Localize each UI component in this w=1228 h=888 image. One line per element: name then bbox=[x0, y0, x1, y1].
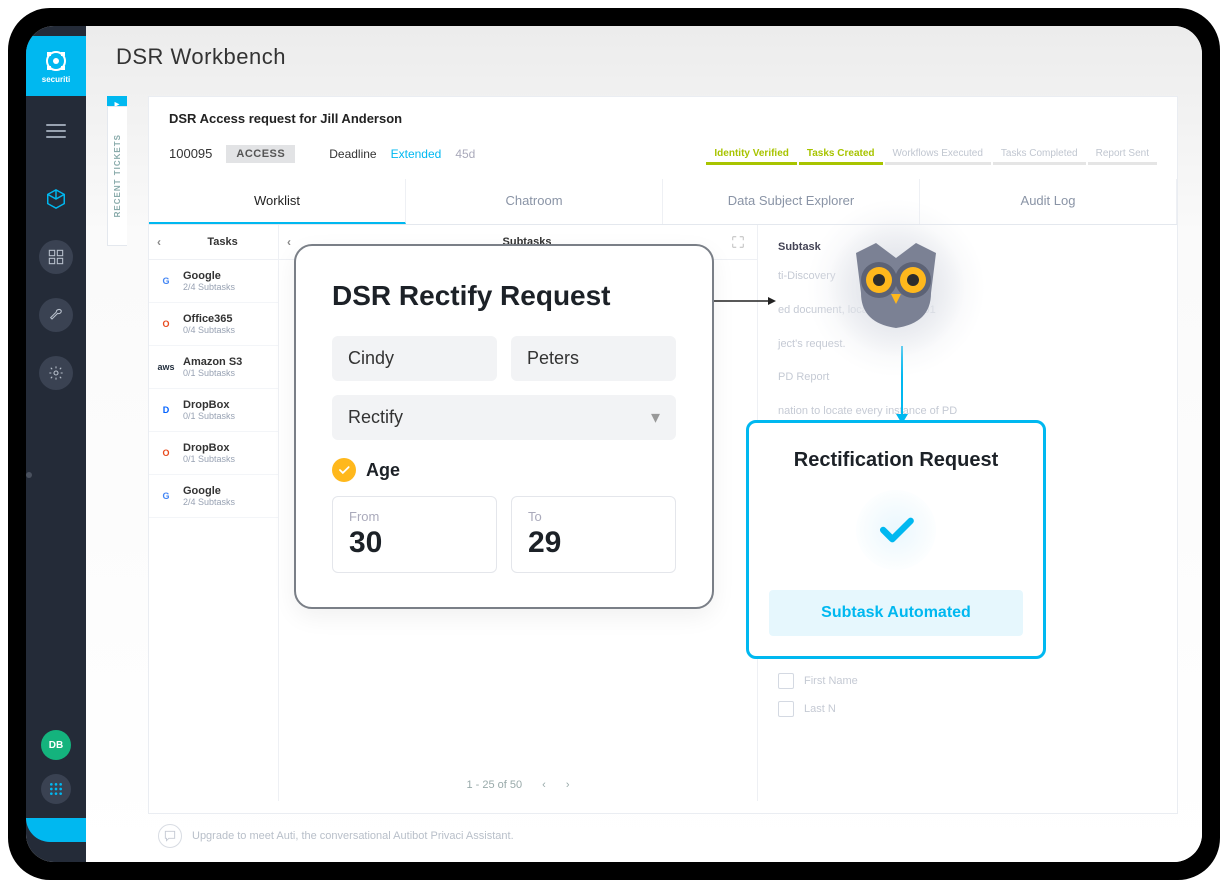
chat-bubble-icon[interactable] bbox=[158, 824, 182, 848]
nav-cube-icon[interactable] bbox=[39, 182, 73, 216]
tasks-back-icon[interactable]: ‹ bbox=[157, 235, 175, 249]
to-label: To bbox=[528, 509, 659, 524]
pagination-text: 1 - 25 of 50 bbox=[467, 779, 523, 791]
rectification-card: Rectification Request Subtask Automated bbox=[746, 420, 1046, 659]
avatar-initials: DB bbox=[49, 740, 63, 751]
recent-tickets-tab[interactable]: RECENT TICKETS bbox=[107, 106, 127, 246]
from-value-box[interactable]: From 30 bbox=[332, 496, 497, 573]
page-title: DSR Workbench bbox=[86, 26, 1202, 88]
tabs-row: Worklist Chatroom Data Subject Explorer … bbox=[149, 179, 1177, 225]
task-name: Office365 bbox=[183, 313, 235, 325]
modal-title: DSR Rectify Request bbox=[332, 280, 676, 312]
task-name: DropBox bbox=[183, 399, 235, 411]
user-avatar[interactable]: DB bbox=[41, 730, 71, 760]
stage-tasks-created: Tasks Created bbox=[799, 144, 883, 163]
checkbox-label-firstname: First Name bbox=[804, 675, 858, 687]
request-header: DSR Access request for Jill Anderson 100… bbox=[149, 97, 1177, 173]
task-name: Google bbox=[183, 485, 235, 497]
task-name: Google bbox=[183, 270, 235, 282]
task-app-icon: G bbox=[157, 487, 175, 505]
task-subtask-count: 2/4 Subtasks bbox=[183, 497, 235, 507]
request-id: 100095 bbox=[169, 146, 212, 161]
task-subtask-count: 0/4 Subtasks bbox=[183, 325, 235, 335]
task-name: DropBox bbox=[183, 442, 235, 454]
brand-icon bbox=[44, 49, 68, 73]
stage-track: Identity Verified Tasks Created Workflow… bbox=[706, 144, 1157, 163]
task-subtask-count: 0/1 Subtasks bbox=[183, 368, 242, 378]
last-name-field[interactable]: Peters bbox=[511, 336, 676, 381]
subtask-automated-button[interactable]: Subtask Automated bbox=[769, 590, 1023, 636]
from-value: 30 bbox=[349, 526, 480, 560]
check-circle-icon bbox=[332, 458, 356, 482]
age-attribute-label: Age bbox=[366, 460, 400, 481]
checkbox-icon[interactable] bbox=[778, 673, 794, 689]
success-check-icon bbox=[856, 490, 936, 570]
tasks-column-header: ‹ Tasks bbox=[149, 225, 278, 260]
deadline-label: Deadline bbox=[329, 147, 376, 161]
task-subtask-count: 2/4 Subtasks bbox=[183, 282, 235, 292]
pagination-prev[interactable]: ‹ bbox=[542, 779, 546, 791]
pagination: 1 - 25 of 50 ‹ › bbox=[467, 779, 570, 791]
expand-icon[interactable] bbox=[731, 235, 747, 251]
stage-identity-verified: Identity Verified bbox=[706, 144, 796, 163]
brand-logo[interactable]: securiti bbox=[26, 36, 86, 96]
rectify-request-modal: DSR Rectify Request Cindy Peters Rectify… bbox=[294, 244, 714, 609]
tab-chatroom[interactable]: Chatroom bbox=[406, 179, 663, 224]
footer-text: Upgrade to meet Auti, the conversational… bbox=[192, 830, 514, 842]
deadline-value[interactable]: Extended bbox=[391, 147, 442, 161]
task-item[interactable]: D DropBox 0/1 Subtasks bbox=[149, 389, 278, 432]
stage-tasks-completed: Tasks Completed bbox=[993, 144, 1086, 163]
nav-wrench-icon[interactable] bbox=[39, 298, 73, 332]
first-name-field[interactable]: Cindy bbox=[332, 336, 497, 381]
tab-worklist[interactable]: Worklist bbox=[149, 179, 406, 224]
task-item[interactable]: aws Amazon S3 0/1 Subtasks bbox=[149, 346, 278, 389]
checkbox-row-lastname[interactable]: Last N bbox=[778, 701, 1157, 717]
nav-dashboard-icon[interactable] bbox=[39, 240, 73, 274]
stage-report-sent: Report Sent bbox=[1088, 144, 1157, 163]
task-app-icon: O bbox=[157, 444, 175, 462]
recent-tickets-label: RECENT TICKETS bbox=[113, 134, 122, 217]
checkbox-row-firstname[interactable]: First Name bbox=[778, 673, 1157, 689]
chevron-down-icon: ▾ bbox=[651, 407, 660, 428]
apps-grid-icon[interactable] bbox=[41, 774, 71, 804]
tasks-column: ‹ Tasks G Google 2/4 SubtasksO Office365… bbox=[149, 225, 279, 801]
detail-text-5: nation to locate every instance of PD bbox=[778, 402, 1157, 422]
task-app-icon: O bbox=[157, 315, 175, 333]
request-title: DSR Access request for Jill Anderson bbox=[169, 111, 1157, 126]
owl-assistant bbox=[806, 198, 986, 378]
owl-icon bbox=[841, 238, 951, 338]
tasks-column-label: Tasks bbox=[175, 236, 270, 248]
rectification-card-title: Rectification Request bbox=[769, 449, 1023, 472]
to-value-box[interactable]: To 29 bbox=[511, 496, 676, 573]
left-sidebar: securiti DB bbox=[26, 26, 86, 862]
hamburger-icon[interactable] bbox=[46, 120, 66, 142]
to-value: 29 bbox=[528, 526, 659, 560]
request-type-badge: ACCESS bbox=[226, 145, 295, 163]
task-subtask-count: 0/1 Subtasks bbox=[183, 454, 235, 464]
brand-text: securiti bbox=[42, 75, 70, 84]
task-item[interactable]: G Google 2/4 Subtasks bbox=[149, 475, 278, 518]
task-subtask-count: 0/1 Subtasks bbox=[183, 411, 235, 421]
from-label: From bbox=[349, 509, 480, 524]
deadline-days: 45d bbox=[455, 147, 475, 161]
task-app-icon: aws bbox=[157, 358, 175, 376]
task-name: Amazon S3 bbox=[183, 356, 242, 368]
task-app-icon: G bbox=[157, 272, 175, 290]
sidebar-accent-bar bbox=[26, 818, 86, 842]
task-item[interactable]: O DropBox 0/1 Subtasks bbox=[149, 432, 278, 475]
checkbox-label-lastname: Last N bbox=[804, 703, 836, 715]
task-item[interactable]: G Google 2/4 Subtasks bbox=[149, 260, 278, 303]
side-indicator-dot bbox=[26, 472, 32, 478]
pagination-next[interactable]: › bbox=[566, 779, 570, 791]
footer-prompt: Upgrade to meet Auti, the conversational… bbox=[158, 824, 514, 848]
task-app-icon: D bbox=[157, 401, 175, 419]
checkbox-icon[interactable] bbox=[778, 701, 794, 717]
task-item[interactable]: O Office365 0/4 Subtasks bbox=[149, 303, 278, 346]
stage-workflows-executed: Workflows Executed bbox=[885, 144, 991, 163]
action-dropdown[interactable]: Rectify ▾ bbox=[332, 395, 676, 440]
action-dropdown-value: Rectify bbox=[348, 407, 403, 428]
nav-gear-icon[interactable] bbox=[39, 356, 73, 390]
